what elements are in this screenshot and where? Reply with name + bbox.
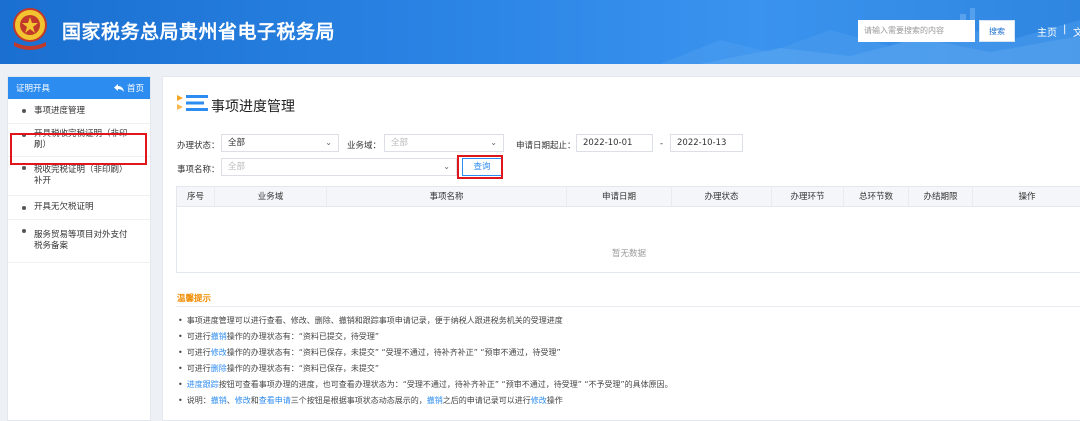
date-to-input[interactable]: 2022-10-13 bbox=[670, 134, 743, 152]
sidebar-item-label: 事项进度管理 bbox=[34, 105, 86, 116]
highlight-box bbox=[10, 133, 147, 165]
back-arrow-icon bbox=[113, 84, 124, 92]
delete-link[interactable]: 删除 bbox=[211, 364, 227, 373]
tip-text: 可进行 bbox=[186, 364, 211, 373]
tips-title: 温馨提示 bbox=[177, 294, 212, 304]
nav-more-link[interactable]: 文 bbox=[1073, 24, 1080, 39]
progress-table: 序号 业务域 事项名称 申请日期 办理状态 办理环节 总环节数 办结期限 操作 … bbox=[176, 186, 1080, 273]
highlight-box bbox=[457, 155, 503, 179]
domain-select-placeholder: 全部 bbox=[391, 138, 409, 148]
site-title[interactable]: 国家税务总局贵州省电子税务局 bbox=[62, 17, 335, 44]
tip-text: 说明： bbox=[186, 396, 211, 405]
sidebar-item-label: 税收完税证明（非印刷） 补开 bbox=[34, 165, 128, 187]
chevron-down-icon: ⌄ bbox=[325, 138, 332, 147]
date-from-input[interactable]: 2022-10-01 bbox=[576, 134, 653, 152]
item-name-label: 事项名称： bbox=[177, 165, 220, 175]
sidebar-item-label: 服务贸易等项目对外支付 税务备案 bbox=[34, 230, 128, 252]
view-application-link[interactable]: 查看申请 bbox=[259, 396, 291, 405]
sidebar-item-label: 开具无欠税证明 bbox=[34, 202, 94, 212]
domain-label: 业务域： bbox=[347, 141, 382, 151]
label-line-1: 税收完税证明（非印刷） bbox=[34, 165, 128, 175]
chevron-down-icon: ⌄ bbox=[443, 162, 450, 171]
domain-select[interactable]: 全部 ⌄ bbox=[384, 134, 504, 152]
tip-text: 、 bbox=[226, 396, 235, 405]
column-header: 总环节数 bbox=[844, 187, 909, 207]
modify-link[interactable]: 修改 bbox=[531, 396, 547, 405]
revoke-link[interactable]: 撤销 bbox=[211, 332, 227, 341]
column-header: 业务域 bbox=[215, 187, 327, 207]
revoke-link[interactable]: 撤销 bbox=[427, 396, 443, 405]
tip-line: • 事项进度管理可以进行查看、修改、删除、撤销和跟踪事项申请记录，便于纳税人跟进税… bbox=[178, 316, 563, 325]
label-line-2: 税务备案 bbox=[34, 241, 69, 251]
tip-text: 之后的申请记录可以进行 bbox=[442, 396, 531, 405]
page-title: 事项进度管理 bbox=[211, 99, 295, 115]
tip-text: 事项进度管理可以进行查看、修改、删除、撤销和跟踪事项申请记录，便于纳税人跟进税务… bbox=[186, 316, 563, 325]
sidebar-home-link[interactable]: 首页 bbox=[113, 82, 144, 94]
tax-emblem-icon bbox=[10, 6, 50, 58]
column-header: 办结期限 bbox=[909, 187, 973, 207]
tip-text: 三个按钮是根据事项状态动态展示的， bbox=[290, 396, 427, 405]
modify-link[interactable]: 修改 bbox=[211, 348, 227, 357]
divider bbox=[176, 306, 1080, 307]
sidebar-item-service-trade-filing[interactable]: 服务贸易等项目对外支付 税务备案 bbox=[8, 220, 150, 263]
item-name-placeholder: 全部 bbox=[228, 162, 246, 172]
nav-home-link[interactable]: 主页 bbox=[1037, 24, 1057, 39]
top-banner: 国家税务总局贵州省电子税务局 请输入需要搜索的内容 搜索 主页 | 文 bbox=[0, 0, 1080, 64]
search-input[interactable]: 请输入需要搜索的内容 bbox=[858, 20, 975, 42]
tip-text: 操作的办理状态有：“资料已保存，未提交” bbox=[226, 364, 380, 373]
revoke-link[interactable]: 撤销 bbox=[211, 396, 227, 405]
tip-text: 可进行 bbox=[186, 332, 211, 341]
label-line-2: 补开 bbox=[34, 176, 52, 186]
column-header: 办理状态 bbox=[672, 187, 772, 207]
tip-line: • 可进行修改操作的办理状态有：“资料已保存，未提交” “受理不通过，待补齐补正”… bbox=[178, 348, 561, 357]
sidebar-home-label: 首页 bbox=[126, 84, 144, 94]
item-name-select[interactable]: 全部 ⌄ bbox=[221, 158, 457, 176]
tip-text: 可进行 bbox=[186, 348, 211, 357]
progress-tracking-link[interactable]: 进度跟踪 bbox=[187, 380, 219, 389]
status-select-value: 全部 bbox=[228, 138, 246, 148]
status-label: 办理状态： bbox=[177, 141, 220, 151]
empty-state: 暂无数据 bbox=[611, 249, 646, 259]
column-header: 操作 bbox=[1018, 192, 1036, 202]
tip-line: • 进度跟踪按钮可查看事项办理的进度，也可查看办理状态为：“受理不通过，待补齐补正… bbox=[178, 380, 673, 389]
sidebar-title: 证明开具 bbox=[16, 84, 51, 94]
tip-text: 按钮可查看事项办理的进度，也可查看办理状态为：“受理不通过，待补齐补正” “预审… bbox=[218, 380, 673, 389]
list-title-icon bbox=[177, 95, 208, 111]
tip-line: • 可进行删除操作的办理状态有：“资料已保存，未提交” bbox=[178, 364, 380, 373]
chevron-down-icon: ⌄ bbox=[490, 138, 497, 147]
search-button[interactable]: 搜索 bbox=[979, 20, 1015, 42]
date-range-label: 申请日期起止： bbox=[516, 141, 576, 151]
tip-text: 操作的办理状态有：“资料已提交，待受理” bbox=[226, 332, 380, 341]
column-header: 事项名称 bbox=[327, 187, 567, 207]
sidebar: 证明开具 首页 事项进度管理 开具税收完税证明（非印 刷） 税收完税证明（非印刷… bbox=[7, 76, 151, 421]
tip-line: • 可进行撤销操作的办理状态有：“资料已提交，待受理” bbox=[178, 332, 380, 341]
status-select[interactable]: 全部 ⌄ bbox=[221, 134, 339, 152]
tip-text: 操作的办理状态有：“资料已保存，未提交” “受理不通过，待补齐补正” “预审不通… bbox=[226, 348, 561, 357]
column-header: 序号 bbox=[177, 187, 215, 207]
column-header: 申请日期 bbox=[567, 187, 672, 207]
label-line-1: 服务贸易等项目对外支付 bbox=[34, 230, 128, 240]
sidebar-item-no-tax-arrears-certificate[interactable]: 开具无欠税证明 bbox=[8, 196, 150, 220]
column-header: 办理环节 bbox=[772, 187, 844, 207]
date-separator: - bbox=[660, 139, 664, 149]
sidebar-header: 证明开具 首页 bbox=[8, 77, 150, 99]
tip-line: • 说明：撤销、修改和查看申请三个按钮是根据事项状态动态展示的，撤销之后的申请记录… bbox=[178, 396, 563, 405]
table-header: 序号 业务域 事项名称 申请日期 办理状态 办理环节 总环节数 办结期限 操作 bbox=[177, 187, 1080, 207]
nav-separator: | bbox=[1063, 24, 1067, 35]
tip-text: 和 bbox=[250, 396, 259, 405]
modify-link[interactable]: 修改 bbox=[235, 396, 251, 405]
sidebar-item-progress-management[interactable]: 事项进度管理 bbox=[8, 99, 150, 124]
tip-text: 操作 bbox=[546, 396, 563, 405]
